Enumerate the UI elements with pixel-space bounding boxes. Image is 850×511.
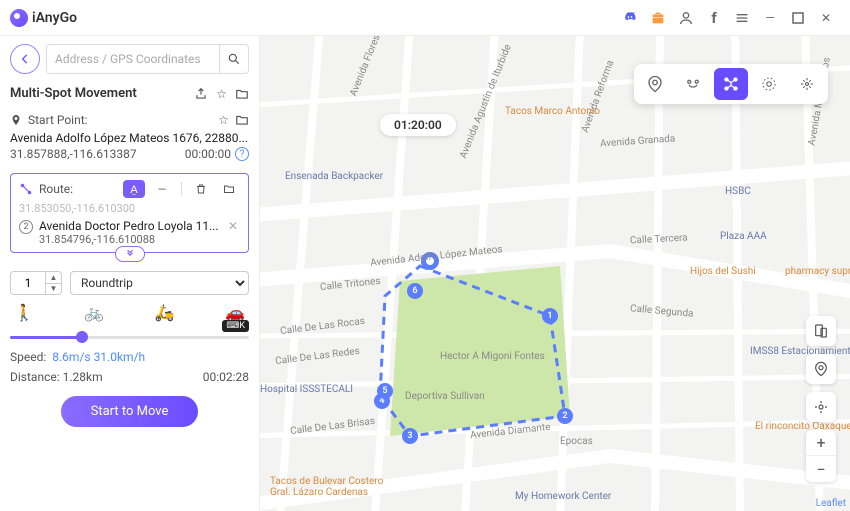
route-delete-icon[interactable] xyxy=(190,180,212,198)
panel-header: Multi-Spot Movement ☆ xyxy=(10,86,249,101)
speed-value: 8.6m/s 31.0km/h xyxy=(52,350,145,364)
start-address: Avenida Adolfo López Mateos 1676, 22880.… xyxy=(10,131,249,145)
mode-jump[interactable] xyxy=(790,68,824,100)
app-name: iAnyGo xyxy=(32,10,77,26)
favorite-icon[interactable]: ☆ xyxy=(216,87,227,101)
discord-icon[interactable] xyxy=(616,4,644,32)
export-icon[interactable] xyxy=(194,87,208,101)
svg-text:3: 3 xyxy=(407,431,412,441)
route-mode-line[interactable]: — xyxy=(151,180,173,198)
speed-label: Speed: xyxy=(10,350,46,364)
location-button[interactable] xyxy=(806,354,836,384)
map[interactable]: 1 2 3 4 5 6 Avenida Floresta Avenida Agu… xyxy=(260,36,850,511)
bike-icon[interactable]: 🚲 xyxy=(84,303,104,322)
search-box xyxy=(46,44,249,74)
svg-text:6: 6 xyxy=(412,286,417,296)
map-side-tools: + − xyxy=(806,316,836,482)
map-mode-bar xyxy=(634,64,828,104)
devices-button[interactable] xyxy=(806,316,836,346)
route-item-remove[interactable]: ✕ xyxy=(226,219,240,233)
route-expand-toggle[interactable] xyxy=(115,246,145,262)
times-stepper[interactable]: ▲▼ xyxy=(10,271,62,295)
account-icon[interactable] xyxy=(672,4,700,32)
zoom-out[interactable]: − xyxy=(806,456,836,482)
distance-value: 1.28km xyxy=(63,370,103,384)
search-input[interactable] xyxy=(47,45,219,73)
start-favorite-icon[interactable]: ☆ xyxy=(218,113,229,127)
svg-text:1: 1 xyxy=(547,311,552,321)
menu-icon[interactable] xyxy=(728,4,756,32)
titlebar: iAnyGo f — ✕ xyxy=(0,0,850,36)
distance-label: Distance: xyxy=(10,370,60,384)
distance-time: 00:02:28 xyxy=(203,370,249,384)
mode-multi-spot[interactable] xyxy=(714,68,748,100)
times-down[interactable]: ▼ xyxy=(46,284,61,295)
window-close[interactable]: ✕ xyxy=(812,4,840,32)
start-coords: 31.857888,-116.613387 xyxy=(10,147,137,161)
start-move-button[interactable]: Start to Move xyxy=(61,396,199,427)
window-maximize[interactable] xyxy=(784,4,812,32)
zoom-controls: + − xyxy=(806,430,836,482)
route-item-number: 2 xyxy=(19,220,33,234)
timer-pill: 01:20:00 xyxy=(380,114,456,136)
mode-joystick[interactable] xyxy=(752,68,786,100)
pin-icon xyxy=(10,113,22,127)
panel-title: Multi-Spot Movement xyxy=(10,86,137,101)
facebook-icon[interactable]: f xyxy=(700,4,728,32)
route-item: 2 Avenida Doctor Pedro Loyola 11... 31.8… xyxy=(19,219,240,246)
svg-text:5: 5 xyxy=(382,386,387,396)
start-point-label: Start Point: xyxy=(28,113,212,127)
back-button[interactable] xyxy=(10,44,40,74)
search-button[interactable] xyxy=(219,45,248,73)
help-icon[interactable]: ? xyxy=(235,147,249,161)
toolbox-icon[interactable] xyxy=(644,4,672,32)
sidebar: Multi-Spot Movement ☆ Start Point: ☆ Ave… xyxy=(0,36,260,511)
svg-text:2: 2 xyxy=(562,411,567,421)
route-mode-a[interactable]: A̤ xyxy=(123,180,145,198)
zoom-in[interactable]: + xyxy=(806,430,836,456)
start-folder-icon[interactable] xyxy=(235,113,249,127)
mode-teleport[interactable] xyxy=(638,68,672,100)
save-folder-icon[interactable] xyxy=(235,87,249,101)
route-icon xyxy=(19,182,33,196)
route-item-address: Avenida Doctor Pedro Loyola 11... xyxy=(39,219,220,233)
window-minimize[interactable]: — xyxy=(756,4,784,32)
motorcycle-icon[interactable]: 🛵 xyxy=(155,303,175,322)
keyboard-badge[interactable]: ⌨K xyxy=(222,320,249,332)
walk-icon[interactable]: 🚶 xyxy=(14,303,34,322)
logo-icon xyxy=(10,9,28,27)
route-label: Route: xyxy=(39,182,117,196)
trip-type-select[interactable]: Roundtrip xyxy=(70,271,249,295)
speed-slider[interactable]: ⌨K xyxy=(10,328,249,346)
route-item-coords: 31.854796,-116.610088 xyxy=(39,233,220,246)
recenter-button[interactable] xyxy=(806,392,836,422)
route-box: Route: A̤ — 31.853050,-116.610300 2 Aven… xyxy=(10,173,249,253)
route-prev-coords: 31.853050,-116.610300 xyxy=(19,202,240,215)
start-time: 00:00:00 xyxy=(185,147,231,161)
route-folder-icon[interactable] xyxy=(218,180,240,198)
times-up[interactable]: ▲ xyxy=(46,272,61,284)
leaflet-attribution[interactable]: Leaflet xyxy=(816,498,846,509)
app-logo: iAnyGo xyxy=(10,9,77,27)
mode-two-spot[interactable] xyxy=(676,68,710,100)
times-input[interactable] xyxy=(11,272,45,294)
start-point-block: Start Point: ☆ Avenida Adolfo López Mate… xyxy=(10,107,249,169)
